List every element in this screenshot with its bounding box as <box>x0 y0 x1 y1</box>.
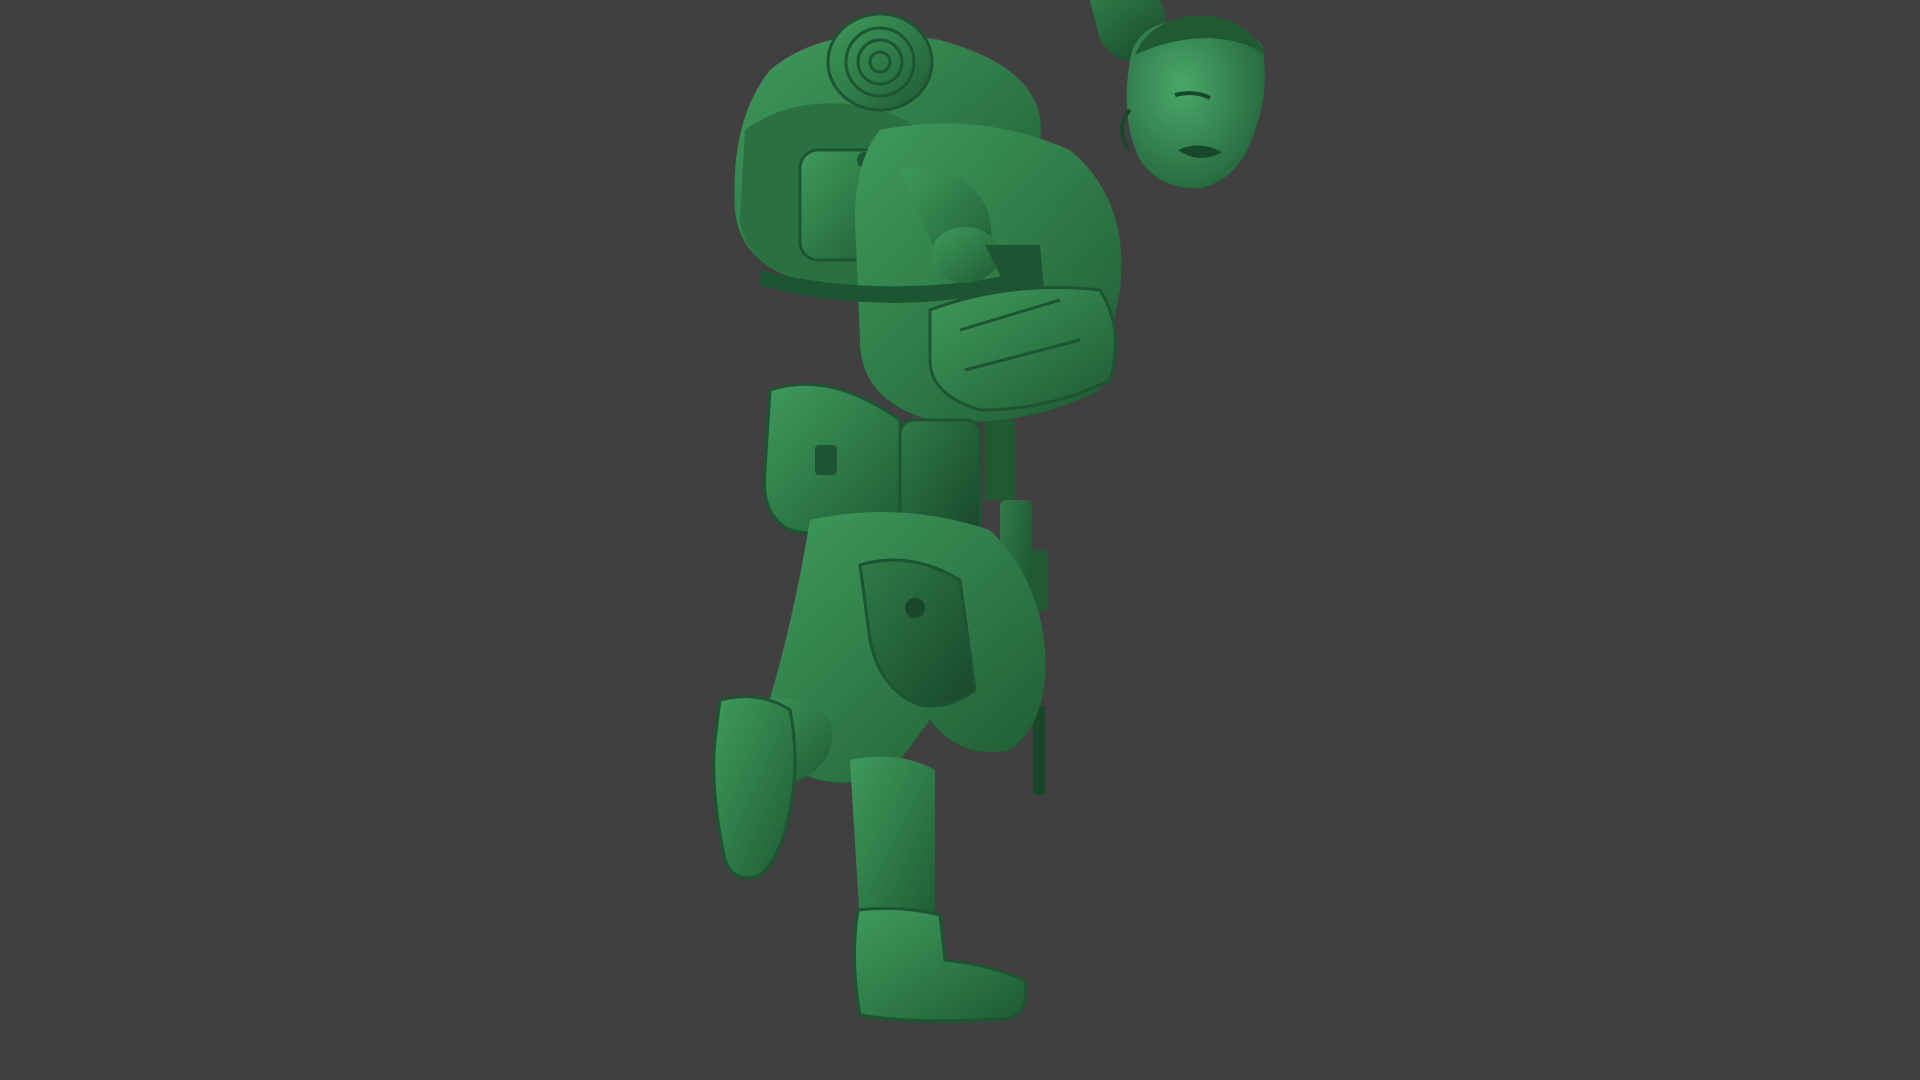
toy-soldier-model[interactable] <box>0 0 1920 1080</box>
sculpt-viewport[interactable] <box>0 0 1920 1080</box>
soldier-head <box>1120 15 1265 189</box>
